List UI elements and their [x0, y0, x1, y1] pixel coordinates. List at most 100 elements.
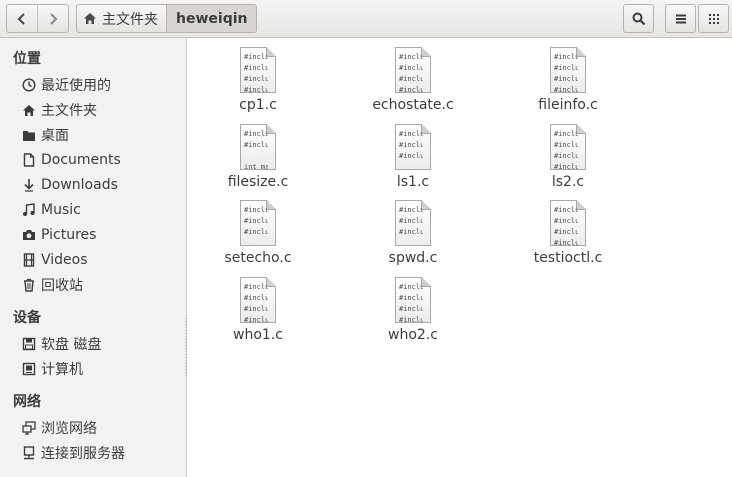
- forward-button[interactable]: [37, 5, 68, 32]
- home-icon: [84, 13, 96, 24]
- file-preview-text: #inclu #inclu #inclu #inclu: [399, 52, 423, 96]
- search-icon: [632, 12, 645, 25]
- list-view-icon: [675, 14, 686, 23]
- file-item[interactable]: #inclu #inclu #inclu #inclu who2.c: [353, 277, 473, 343]
- file-preview-text: #inclu #inclu #inclu #inclu: [244, 52, 268, 96]
- breadcrumb-home-label: 主文件夹: [102, 11, 158, 28]
- file-item[interactable]: #inclu #inclu #inclu #inclu testioctl.c: [508, 200, 628, 266]
- clock-icon: [22, 78, 36, 92]
- home-icon: [22, 103, 36, 117]
- floppy-icon: [22, 337, 36, 351]
- file-name: cp1.c: [239, 97, 277, 113]
- sidebar-item-label: 软盘 磁盘: [41, 337, 102, 353]
- sidebar-item-documents[interactable]: Documents: [22, 149, 121, 171]
- file-preview-line: #inclu: [554, 86, 578, 94]
- file-item[interactable]: #inclu #inclu #inclu setecho.c: [198, 200, 318, 266]
- file-preview-line: int ma: [244, 163, 268, 171]
- sidebar-item-downloads[interactable]: Downloads: [22, 174, 118, 196]
- breadcrumb: 主文件夹 heweiqin: [76, 4, 258, 33]
- file-name: ls2.c: [551, 174, 585, 190]
- back-button[interactable]: [7, 5, 37, 32]
- file-item[interactable]: #inclu #inclu #inclu ls1.c: [353, 124, 473, 190]
- file-preview-line: [244, 151, 268, 162]
- sidebar-section-network: 网络: [13, 394, 41, 410]
- breadcrumb-current-label: heweiqin: [176, 10, 248, 27]
- file-item[interactable]: #inclu #inclu #inclu #inclu echostate.c: [353, 47, 473, 113]
- text-file-icon: #inclu #inclu #inclu #inclu: [240, 277, 276, 326]
- breadcrumb-current[interactable]: heweiqin: [166, 5, 257, 32]
- breadcrumb-home[interactable]: 主文件夹: [77, 5, 166, 32]
- server-icon: [22, 446, 36, 460]
- sidebar-item-connect-server[interactable]: 连接到服务器: [22, 442, 125, 464]
- file-preview-text: #inclu #inclu #inclu: [244, 205, 268, 249]
- file-name: ls1.c: [396, 174, 430, 190]
- sidebar-item-pictures[interactable]: Pictures: [22, 224, 96, 246]
- file-preview-line: #inclu: [554, 130, 578, 138]
- text-file-icon: #inclu #inclu #inclu #inclu: [550, 200, 586, 247]
- sidebar-item-home[interactable]: 主文件夹: [22, 99, 97, 121]
- file-item[interactable]: #inclu #inclu #inclu #inclu fileinfo.c: [508, 47, 628, 113]
- file-item[interactable]: #inclu #inclu #inclu #inclu cp1.c: [198, 47, 318, 113]
- file-preview-line: #inclu: [554, 64, 578, 72]
- text-file-icon: #inclu #inclu #inclu #inclu: [550, 124, 586, 171]
- sidebar-item-browse-network[interactable]: 浏览网络: [22, 417, 97, 439]
- sidebar-item-floppy[interactable]: 软盘 磁盘: [22, 333, 101, 355]
- file-item[interactable]: #inclu #inclu #inclu #inclu ls2.c: [508, 124, 628, 190]
- grid-view-button[interactable]: [698, 4, 729, 33]
- sidebar-item-label: Videos: [41, 252, 88, 268]
- file-preview-line: #inclu: [399, 130, 423, 138]
- file-preview-line: #inclu: [399, 141, 423, 149]
- file-preview-line: [244, 238, 268, 249]
- file-preview-line: #inclu: [554, 217, 578, 225]
- sidebar-item-label: Documents: [41, 152, 121, 168]
- file-preview-line: #inclu: [554, 53, 578, 61]
- file-preview-line: #inclu: [244, 86, 268, 94]
- sidebar-item-label: Downloads: [41, 177, 118, 193]
- sidebar-item-label: 桌面: [41, 128, 69, 144]
- sidebar-item-music[interactable]: Music: [22, 199, 81, 221]
- sidebar-item-trash[interactable]: 回收站: [22, 274, 83, 296]
- sidebar-item-videos[interactable]: Videos: [22, 249, 88, 271]
- file-preview-line: #inclu: [554, 141, 578, 149]
- navigation-buttons: [6, 4, 69, 33]
- file-preview-line: #inclu: [554, 206, 578, 214]
- file-item[interactable]: #inclu #inclu #inclu #inclu who1.c: [198, 277, 318, 343]
- file-preview-line: #inclu: [244, 294, 268, 302]
- file-preview-line: #inclu: [244, 141, 268, 149]
- sidebar-item-desktop[interactable]: 桌面: [22, 124, 69, 146]
- file-preview-line: #inclu: [244, 53, 268, 61]
- sidebar-item-label: 回收站: [41, 278, 83, 294]
- search-button[interactable]: [623, 4, 654, 33]
- file-preview-line: #inclu: [244, 283, 268, 291]
- file-name: echostate.c: [372, 97, 454, 113]
- film-icon: [22, 253, 36, 267]
- sidebar-item-recent[interactable]: 最近使用的: [22, 74, 111, 96]
- list-view-button[interactable]: [665, 4, 696, 33]
- file-preview-line: #inclu: [399, 217, 423, 225]
- grid-view-icon: [708, 13, 719, 24]
- camera-icon: [22, 228, 36, 242]
- file-preview-line: #inclu: [244, 316, 268, 324]
- file-preview-line: [399, 238, 423, 249]
- file-preview-line: #inclu: [399, 316, 423, 324]
- sidebar-item-label: 连接到服务器: [41, 446, 125, 462]
- file-preview-text: #inclu #inclu #inclu: [399, 129, 423, 173]
- file-preview-line: #inclu: [399, 305, 423, 313]
- sidebar-resize-handle[interactable]: [185, 318, 187, 378]
- sidebar-item-computer[interactable]: 计算机: [22, 358, 83, 380]
- text-file-icon: #inclu #inclu #inclu #inclu: [240, 47, 276, 96]
- file-preview-line: [399, 162, 423, 173]
- file-preview-line: #inclu: [399, 53, 423, 61]
- file-preview-line: #inclu: [554, 163, 578, 171]
- file-preview-line: #inclu: [399, 206, 423, 214]
- file-item[interactable]: #inclu #inclu #inclu spwd.c: [353, 200, 473, 266]
- file-item[interactable]: #inclu #inclu int ma filesize.c: [198, 124, 318, 190]
- file-preview-text: #inclu #inclu #inclu #inclu: [554, 52, 578, 96]
- file-preview-text: #inclu #inclu int ma: [244, 129, 268, 173]
- document-icon: [22, 153, 36, 167]
- file-preview-text: #inclu #inclu #inclu #inclu: [244, 282, 268, 326]
- music-icon: [22, 203, 36, 217]
- computer-icon: [22, 362, 36, 376]
- file-name: filesize.c: [227, 174, 289, 190]
- file-preview-line: #inclu: [399, 75, 423, 83]
